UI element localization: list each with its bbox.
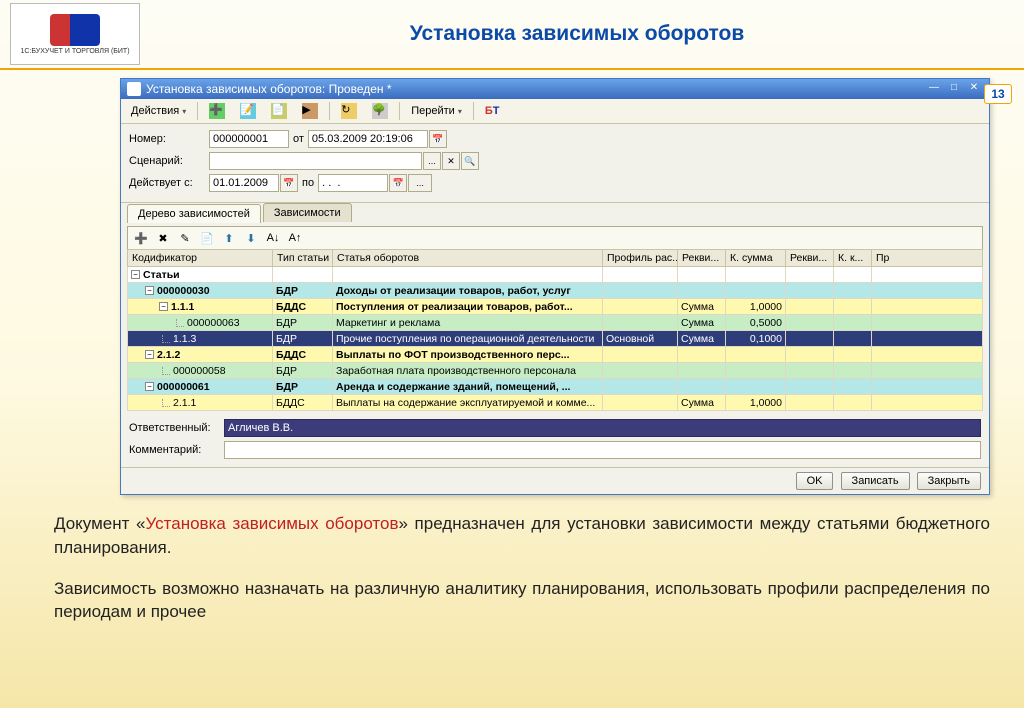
to-label: по	[302, 177, 314, 189]
tb-edit-icon[interactable]: 📝	[234, 101, 262, 121]
actions-menu[interactable]: Действия	[125, 101, 192, 121]
grid-sort-asc-icon[interactable]: A↓	[263, 229, 283, 247]
tb-copy-icon[interactable]: 📄	[265, 101, 293, 121]
tb-post-icon[interactable]: ▶	[296, 101, 324, 121]
responsible-input[interactable]	[224, 419, 981, 437]
col-type[interactable]: Тип статьи	[273, 250, 333, 267]
valid-from-input[interactable]	[209, 174, 279, 192]
tb-bit-logo-icon[interactable]: БТ	[479, 101, 506, 121]
scenario-input[interactable]	[209, 152, 422, 170]
col-profile[interactable]: Профиль рас...	[603, 250, 678, 267]
logo: 1С:БУХУЧЕТ И ТОРГОВЛЯ (БИТ)	[10, 3, 140, 65]
period-dialog-button[interactable]: ...	[408, 174, 432, 192]
col-req1[interactable]: Рекви...	[678, 250, 726, 267]
col-codifier[interactable]: Кодификатор	[128, 250, 273, 267]
grid-delete-icon[interactable]: ✖	[153, 229, 173, 247]
valid-from-picker-icon[interactable]: 📅	[280, 174, 298, 192]
footer-form: Ответственный: Комментарий:	[121, 415, 989, 467]
grid-copy-icon[interactable]: 📄	[197, 229, 217, 247]
table-row[interactable]: 1.1.3БДРПрочие поступления по операционн…	[128, 331, 983, 347]
window-title: Установка зависимых оборотов: Проведен *	[146, 82, 392, 96]
table-row[interactable]: −Статьи	[128, 267, 983, 283]
valid-to-picker-icon[interactable]: 📅	[389, 174, 407, 192]
tb-tree-icon[interactable]: 🌳	[366, 101, 394, 121]
table-row[interactable]: −000000030БДРДоходы от реализации товаро…	[128, 283, 983, 299]
table-row[interactable]: −1.1.1БДДСПоступления от реализации това…	[128, 299, 983, 315]
valid-to-input[interactable]	[318, 174, 388, 192]
grid-toolbar: ➕ ✖ ✎ 📄 ⬆ ⬇ A↓ A↑	[127, 226, 983, 249]
tb-refresh-icon[interactable]: ↻	[335, 101, 363, 121]
col-ksum[interactable]: К. сумма	[726, 250, 786, 267]
valid-from-label: Действует с:	[129, 177, 209, 189]
logo-shape	[50, 14, 100, 46]
minimize-button[interactable]: —	[925, 82, 943, 96]
grid-up-icon[interactable]: ⬆	[219, 229, 239, 247]
date-input[interactable]	[308, 130, 428, 148]
logo-caption: 1С:БУХУЧЕТ И ТОРГОВЛЯ (БИТ)	[20, 48, 129, 55]
date-picker-icon[interactable]: 📅	[429, 130, 447, 148]
tabs: Дерево зависимостей Зависимости	[121, 203, 989, 222]
close-window-button[interactable]: ✕	[965, 82, 983, 96]
comment-label: Комментарий:	[129, 444, 224, 456]
number-label: Номер:	[129, 133, 209, 145]
grid-sort-desc-icon[interactable]: A↑	[285, 229, 305, 247]
window-icon	[127, 82, 141, 96]
titlebar: Установка зависимых оборотов: Проведен *…	[121, 79, 989, 99]
grid-edit-icon[interactable]: ✎	[175, 229, 195, 247]
from-label: от	[293, 133, 304, 145]
maximize-button[interactable]: □	[945, 82, 963, 96]
tab-dependency-tree[interactable]: Дерево зависимостей	[127, 204, 261, 223]
grid-down-icon[interactable]: ⬇	[241, 229, 261, 247]
scenario-search-button[interactable]: 🔍	[461, 152, 479, 170]
responsible-label: Ответственный:	[129, 422, 224, 434]
description: Документ «Установка зависимых оборотов» …	[54, 512, 990, 624]
comment-input[interactable]	[224, 441, 981, 459]
page-title: Установка зависимых оборотов	[140, 22, 1014, 46]
col-pr[interactable]: Пр	[872, 250, 983, 267]
col-req2[interactable]: Рекви...	[786, 250, 834, 267]
main-toolbar: Действия ➕ 📝 📄 ▶ ↻ 🌳 Перейти БТ	[121, 99, 989, 124]
scenario-select-button[interactable]: ...	[423, 152, 441, 170]
table-row[interactable]: −000000061БДРАренда и содержание зданий,…	[128, 379, 983, 395]
save-button[interactable]: Записать	[841, 472, 910, 490]
close-button[interactable]: Закрыть	[917, 472, 981, 490]
scenario-label: Сценарий:	[129, 155, 209, 167]
dependency-grid[interactable]: Кодификатор Тип статьи Статья оборотов П…	[127, 249, 983, 411]
number-input[interactable]	[209, 130, 289, 148]
desc-highlight: Установка зависимых оборотов	[145, 514, 398, 533]
header-form: Номер: от 📅 Сценарий: ... ✕ 🔍 Действует …	[121, 124, 989, 203]
scenario-clear-button[interactable]: ✕	[442, 152, 460, 170]
tab-dependencies[interactable]: Зависимости	[263, 203, 352, 222]
page-number: 13	[984, 84, 1012, 104]
table-row[interactable]: 000000063БДРМаркетинг и рекламаСумма0,50…	[128, 315, 983, 331]
separator	[0, 68, 1024, 70]
app-window: Установка зависимых оборотов: Проведен *…	[120, 78, 990, 495]
col-kk[interactable]: К. к...	[834, 250, 872, 267]
table-row[interactable]: 2.1.1БДДСВыплаты на содержание эксплуати…	[128, 395, 983, 411]
grid-add-icon[interactable]: ➕	[131, 229, 151, 247]
ok-button[interactable]: OK	[796, 472, 834, 490]
col-article[interactable]: Статья оборотов	[333, 250, 603, 267]
tb-add-icon[interactable]: ➕	[203, 101, 231, 121]
table-row[interactable]: 000000058БДРЗаработная плата производств…	[128, 363, 983, 379]
table-row[interactable]: −2.1.2БДДСВыплаты по ФОТ производственно…	[128, 347, 983, 363]
button-row: OK Записать Закрыть	[121, 467, 989, 494]
goto-menu[interactable]: Перейти	[405, 101, 468, 121]
